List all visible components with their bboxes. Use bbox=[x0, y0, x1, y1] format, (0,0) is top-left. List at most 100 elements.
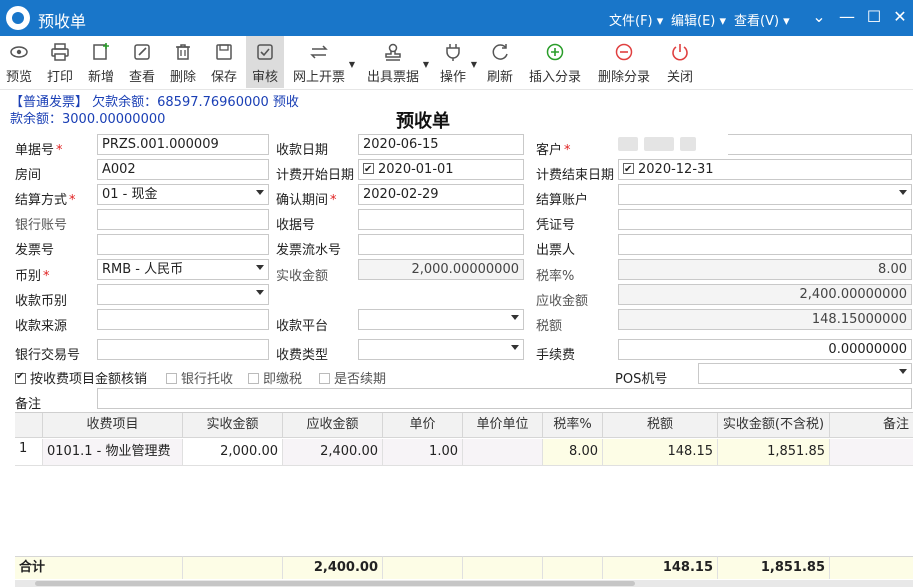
table-header[interactable]: 收费项目 bbox=[43, 413, 183, 438]
confirm-period-field[interactable]: 2020-02-29 bbox=[358, 184, 524, 205]
refresh-button[interactable]: 刷新 bbox=[484, 36, 516, 88]
chevron-down-icon bbox=[511, 345, 519, 350]
close-button[interactable]: 关闭 bbox=[664, 36, 696, 88]
view-button[interactable]: 查看 bbox=[125, 36, 159, 88]
bank-entrust-option[interactable]: 银行托收 bbox=[166, 368, 233, 387]
table-cell-unit[interactable] bbox=[463, 439, 543, 466]
new-button[interactable]: 新增 bbox=[84, 36, 118, 88]
table-cell-net[interactable]: 1,851.85 bbox=[718, 439, 830, 466]
receipt-type-select[interactable] bbox=[358, 339, 524, 360]
print-button[interactable]: 打印 bbox=[43, 36, 77, 88]
invoice-no-field[interactable] bbox=[97, 234, 269, 255]
receipt-source-field[interactable] bbox=[97, 309, 269, 330]
bank-txn-field[interactable] bbox=[97, 339, 269, 360]
bank-account-label: 银行账号 bbox=[15, 218, 68, 233]
table-header[interactable]: 备注 bbox=[830, 413, 913, 438]
currency-select[interactable]: RMB - 人民币 bbox=[97, 259, 269, 280]
instant-tax-checkbox[interactable] bbox=[248, 373, 259, 384]
table-cell-receivable[interactable]: 2,400.00 bbox=[283, 439, 383, 466]
save-button[interactable]: 保存 bbox=[207, 36, 241, 88]
table-header[interactable]: 实收金额 bbox=[183, 413, 283, 438]
settle-method-select[interactable]: 01 - 现金 bbox=[97, 184, 269, 205]
handling-fee-field[interactable]: 0.00000000 bbox=[618, 339, 912, 360]
room-field[interactable]: A002 bbox=[97, 159, 269, 180]
delete-entry-button[interactable]: 删除分录 bbox=[596, 36, 652, 88]
operation-button[interactable]: 操作 ▼ bbox=[437, 36, 477, 88]
remark-field[interactable] bbox=[97, 388, 912, 409]
balance-info-line1: 【普通发票】 欠款余额：68597.76960000 预收 bbox=[10, 95, 299, 110]
instant-tax-option[interactable]: 即缴税 bbox=[248, 368, 302, 387]
tax-amount-field: 148.15000000 bbox=[618, 309, 912, 330]
settle-method-label: 结算方式 * bbox=[15, 193, 76, 208]
table-cell-rate[interactable]: 8.00 bbox=[543, 439, 603, 466]
edit-view-icon bbox=[134, 44, 150, 60]
preview-button[interactable]: 预览 bbox=[2, 36, 36, 88]
actual-amount-field: 2,000.00000000 bbox=[358, 259, 524, 280]
receipt-no-field[interactable] bbox=[358, 209, 524, 230]
pos-no-select[interactable] bbox=[698, 363, 912, 384]
table-header[interactable]: 单价单位 bbox=[463, 413, 543, 438]
table-header[interactable]: 实收金额(不含税) bbox=[718, 413, 830, 438]
table-cell-tax[interactable]: 148.15 bbox=[603, 439, 718, 466]
minimize-icon[interactable]: — bbox=[836, 6, 858, 28]
refresh-icon bbox=[492, 44, 508, 60]
bank-entrust-checkbox[interactable] bbox=[166, 373, 177, 384]
minus-circle-icon bbox=[615, 43, 633, 61]
audit-button[interactable]: 审核 bbox=[246, 36, 284, 88]
table-header[interactable]: 单价 bbox=[383, 413, 463, 438]
menu-edit[interactable]: 编辑(E) ▾ bbox=[671, 10, 726, 29]
table-cell-item[interactable]: 0101.1 - 物业管理费 bbox=[43, 439, 183, 466]
receipt-date-label: 收款日期 bbox=[276, 143, 329, 158]
receipt-currency-select[interactable] bbox=[97, 284, 269, 305]
online-invoice-button[interactable]: 网上开票 ▼ bbox=[291, 36, 355, 88]
chevron-down-icon[interactable]: ⌄ bbox=[808, 6, 830, 28]
window-title: 预收单 bbox=[38, 12, 87, 31]
chevron-down-icon bbox=[256, 290, 264, 295]
dropdown-arrow-icon[interactable]: ▼ bbox=[423, 60, 429, 69]
insert-entry-button[interactable]: 插入分录 bbox=[527, 36, 583, 88]
settle-account-select[interactable] bbox=[618, 184, 912, 205]
customer-field[interactable] bbox=[728, 134, 912, 155]
totals-net: 1,851.85 bbox=[718, 556, 830, 579]
menu-view[interactable]: 查看(V) ▾ bbox=[734, 10, 790, 29]
balance-info: 【普通发票】 欠款余额：68597.76960000 预收 款余额：3000.0… bbox=[10, 94, 310, 128]
invoice-serial-field[interactable] bbox=[358, 234, 524, 255]
delete-button[interactable]: 删除 bbox=[166, 36, 200, 88]
menu-file[interactable]: 文件(F) ▾ bbox=[609, 10, 663, 29]
receipt-platform-select[interactable] bbox=[358, 309, 524, 330]
fee-start-field[interactable]: 2020-01-01 bbox=[358, 159, 524, 180]
balance-info-line2: 款余额：3000.00000000 bbox=[10, 112, 166, 127]
dropdown-arrow-icon[interactable]: ▼ bbox=[349, 60, 355, 69]
table-cell-price[interactable]: 1.00 bbox=[383, 439, 463, 466]
by-item-checkbox[interactable] bbox=[15, 371, 26, 384]
bank-account-field[interactable] bbox=[97, 209, 269, 230]
chevron-down-icon bbox=[899, 369, 907, 374]
voucher-no-label: 凭证号 bbox=[536, 218, 576, 233]
totals-actual bbox=[183, 556, 283, 579]
close-icon[interactable]: ✕ bbox=[889, 6, 911, 28]
fee-end-checkbox[interactable] bbox=[623, 161, 634, 178]
renewal-option[interactable]: 是否续期 bbox=[319, 368, 386, 387]
table-cell-remark[interactable] bbox=[830, 439, 913, 466]
table-header[interactable]: 应收金额 bbox=[283, 413, 383, 438]
app-logo-icon bbox=[6, 6, 30, 30]
issue-receipt-button[interactable]: 出具票据 ▼ bbox=[365, 36, 429, 88]
bill-no-field[interactable]: PRZS.001.000009 bbox=[97, 134, 269, 155]
issuer-field[interactable] bbox=[618, 234, 912, 255]
fee-end-label: 计费结束日期 bbox=[536, 168, 615, 183]
invoice-serial-label: 发票流水号 bbox=[276, 243, 342, 258]
fee-start-checkbox[interactable] bbox=[363, 161, 374, 178]
currency-label: 币别 * bbox=[15, 269, 50, 284]
table-header[interactable]: 税额 bbox=[603, 413, 718, 438]
receipt-date-field[interactable]: 2020-06-15 bbox=[358, 134, 524, 155]
dropdown-arrow-icon[interactable]: ▼ bbox=[471, 60, 477, 69]
renewal-checkbox[interactable] bbox=[319, 373, 330, 384]
horizontal-scrollbar[interactable] bbox=[15, 580, 913, 587]
maximize-icon[interactable]: ☐ bbox=[863, 6, 885, 28]
by-item-option[interactable]: 按收费项目金额核销 bbox=[15, 368, 147, 387]
fee-end-field[interactable]: 2020-12-31 bbox=[618, 159, 912, 180]
table-header[interactable]: 税率% bbox=[543, 413, 603, 438]
scrollbar-thumb[interactable] bbox=[35, 581, 635, 586]
table-cell-actual[interactable]: 2,000.00 bbox=[183, 439, 283, 466]
voucher-no-field[interactable] bbox=[618, 209, 912, 230]
